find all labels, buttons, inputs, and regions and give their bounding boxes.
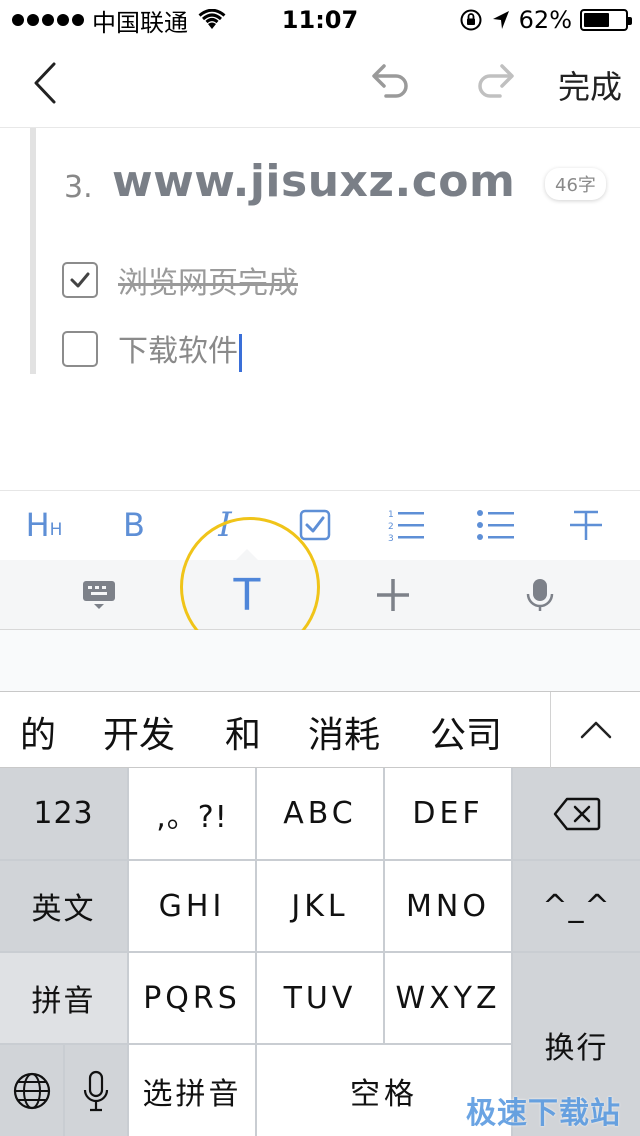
key-mno[interactable]: MNO [385, 861, 511, 951]
expand-candidates-button[interactable] [550, 692, 640, 768]
heading-icon: H [25, 506, 50, 544]
bold-button[interactable]: B [112, 505, 156, 545]
todo-item: 浏览网页完成 [62, 258, 298, 302]
candidate-item[interactable]: 公司 [430, 706, 502, 758]
chevron-left-icon [34, 62, 56, 104]
note-editor[interactable]: 3. www.jisuxz.com 46字 浏览网页完成 下载软件 [0, 128, 640, 490]
todo-checkbox-unchecked[interactable] [62, 330, 98, 367]
battery-icon [580, 9, 632, 31]
candidate-item[interactable]: 的 [20, 706, 56, 758]
todo-text[interactable]: 下载软件 [118, 326, 242, 372]
key-jkl[interactable]: JKL [257, 861, 383, 951]
word-count-badge: 46字 [545, 168, 606, 200]
key-pinyin[interactable]: 拼音 [0, 953, 127, 1043]
heading-text[interactable]: www.jisuxz.com [112, 156, 515, 207]
microphone-icon [526, 579, 554, 611]
candidate-item[interactable]: 开发 [103, 706, 175, 758]
keyboard-hide-icon [83, 581, 115, 609]
redo-button[interactable] [470, 60, 520, 104]
heading-sub-label: H [49, 520, 63, 540]
svg-text:2: 2 [388, 522, 394, 532]
key-emoticon[interactable]: ^_^ [513, 861, 640, 951]
key-english[interactable]: 英文 [0, 861, 127, 951]
key-wxyz[interactable]: WXYZ [385, 953, 511, 1043]
nav-bar: 完成 [0, 40, 640, 128]
numbered-list-icon: 1 2 3 [388, 510, 424, 543]
backspace-icon [553, 797, 600, 830]
text-cursor [239, 333, 242, 372]
svg-text:1: 1 [388, 510, 394, 520]
bullet-list-icon [477, 510, 514, 540]
key-punctuation[interactable]: ,。?! [129, 768, 255, 859]
orientation-lock-icon [460, 9, 482, 31]
key-abc[interactable]: ABC [257, 768, 383, 859]
plus-icon [377, 579, 409, 611]
key-def[interactable]: DEF [385, 768, 511, 859]
dictation-button[interactable] [65, 1045, 127, 1136]
key-select-pinyin[interactable]: 选拼音 [129, 1045, 255, 1136]
key-ghi[interactable]: GHI [129, 861, 255, 951]
candidate-item[interactable]: 消耗 [308, 706, 380, 758]
svg-text:3: 3 [388, 534, 394, 543]
ime-candidate-bar: 的 开发 和 消耗 公司 [0, 692, 640, 768]
checkmark-icon [70, 272, 90, 288]
todo-text[interactable]: 浏览网页完成 [118, 258, 298, 302]
undo-arrow-icon [372, 64, 408, 98]
checkbox-list-icon [299, 509, 331, 541]
todo-item: 下载软件 [62, 326, 242, 372]
keyboard-tab[interactable] [74, 572, 124, 618]
status-bar: 中国联通 11:07 62% [0, 0, 640, 40]
battery-percent: 62% [518, 6, 572, 34]
back-button[interactable] [22, 58, 72, 108]
bullet-list-button[interactable] [474, 505, 518, 545]
location-arrow-icon [492, 11, 509, 29]
todo-text-value: 下载软件 [118, 334, 238, 369]
voice-tab[interactable] [515, 572, 565, 618]
key-tuv[interactable]: TUV [257, 953, 383, 1043]
key-123[interactable]: 123 [0, 768, 127, 859]
todo-checkbox-checked[interactable] [62, 262, 98, 298]
insert-tab[interactable] [368, 572, 418, 618]
watermark-text: 极速下载站 [466, 1096, 621, 1131]
backspace-button[interactable] [513, 768, 640, 859]
done-button[interactable]: 完成 [558, 62, 622, 108]
heading-button[interactable]: HH [22, 505, 66, 545]
globe-button[interactable] [0, 1045, 63, 1136]
format-toolbar: HH B I 1 2 3 [0, 490, 640, 560]
redo-arrow-icon [478, 64, 514, 98]
editor-tab-bar: T [0, 560, 640, 630]
ime-keyboard: 123 ,。?! ABC DEF 英文 GHI JKL MNO ^_^ 拼音 P… [0, 768, 640, 1136]
list-number: 3. [64, 170, 93, 205]
globe-icon [13, 1072, 50, 1109]
microphone-icon [83, 1070, 109, 1111]
battery-level-fill [584, 13, 609, 27]
key-pqrs[interactable]: PQRS [129, 953, 255, 1043]
candidate-item[interactable]: 和 [225, 706, 261, 758]
chevron-up-icon [580, 721, 611, 739]
undo-button[interactable] [366, 60, 416, 104]
numbered-list-button[interactable]: 1 2 3 [384, 505, 428, 545]
strikethrough-icon [570, 510, 602, 540]
strikethrough-button[interactable] [564, 505, 608, 545]
quote-bar [30, 128, 36, 374]
status-right: 62% [459, 6, 632, 34]
input-accessory-strip [0, 630, 640, 692]
